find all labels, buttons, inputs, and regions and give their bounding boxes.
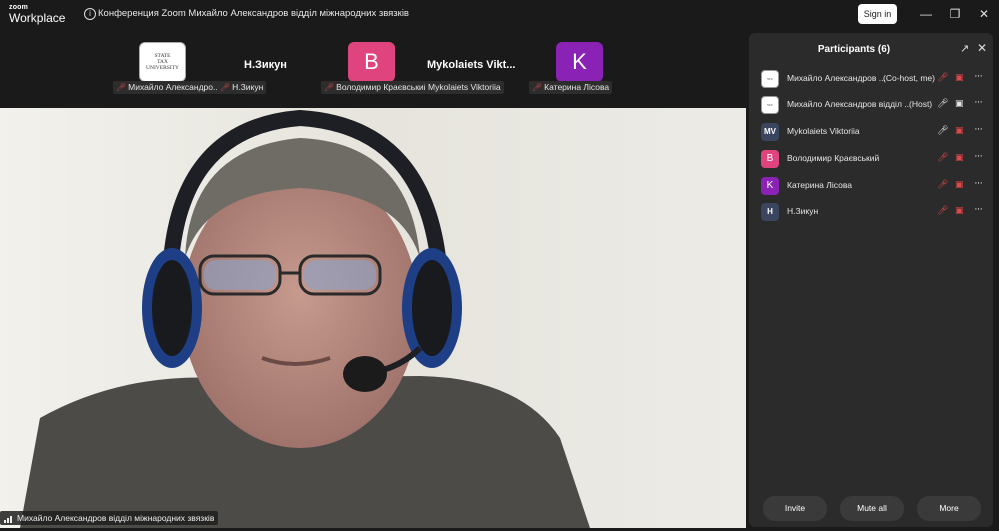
avatar: STU <box>761 70 779 88</box>
participants-panel: Participants (6) ↗ ✕ STU Михайло Алексан… <box>749 33 993 527</box>
mic-muted-icon: 🎤︎ <box>324 83 335 92</box>
signal-strength-icon <box>4 515 12 523</box>
participant-row[interactable]: STU Михайло Александров ... (Co-host, me… <box>749 65 993 91</box>
mic-muted-icon[interactable]: 🎤︎ <box>937 72 948 83</box>
avatar: Н <box>761 203 779 221</box>
name-tag: 🎤︎ Катерина Лісова <box>529 81 613 94</box>
participant-role: (Host) <box>909 99 933 109</box>
name-tag: 🎤︎ Михайло Александро... <box>113 81 224 94</box>
mic-muted-icon[interactable]: 🎤︎ <box>937 179 948 190</box>
name-tag: 🎤︎ Н.Зикун <box>217 81 267 94</box>
restore-icon[interactable]: ❐ <box>948 7 962 21</box>
more-options-icon[interactable]: ··· <box>974 203 983 215</box>
camera-off-icon[interactable]: ▣ <box>955 72 964 83</box>
participant-name: Н.Зикун <box>787 206 819 216</box>
participant-row[interactable]: Н Н.Зикун 🎤︎ ▣ ··· <box>749 198 993 224</box>
logo-line-2: Workplace <box>9 11 66 25</box>
participant-tile-name[interactable]: Mykolaiets Vikt... <box>427 59 515 71</box>
participant-tile-name[interactable]: Н.Зикун <box>244 59 287 71</box>
more-options-icon[interactable]: ··· <box>974 96 983 108</box>
participant-row[interactable]: MV Mykolaiets Viktoriia 🎤︎ ▣ ··· <box>749 118 993 144</box>
participant-tile-logo[interactable]: STATE TAX UNIVERSITY <box>139 42 186 82</box>
name-tag-label: Н.Зикун <box>232 82 264 92</box>
invite-button[interactable]: Invite <box>763 496 827 521</box>
info-icon[interactable]: i <box>84 8 96 20</box>
camera-off-icon[interactable]: ▣ <box>955 152 964 163</box>
mic-icon[interactable]: 🎤︎ <box>937 98 948 109</box>
avatar: MV <box>761 123 779 141</box>
participant-role: (Co-host, me) <box>883 73 935 83</box>
mic-icon[interactable]: 🎤︎ <box>937 125 948 136</box>
mic-muted-icon: 🎤︎ <box>220 83 231 92</box>
participant-name: Михайло Александров відділ ... <box>787 99 912 109</box>
close-panel-icon[interactable]: ✕ <box>977 41 989 55</box>
title-bar: zoom Workplace i Конференция Zoom Михайл… <box>0 0 999 30</box>
participant-tile-avatar[interactable]: K <box>556 42 603 82</box>
name-tag: Mykolaiets Viktoriia <box>425 81 504 94</box>
participants-title: Participants (6) <box>817 44 891 55</box>
avatar: STU <box>761 96 779 114</box>
more-options-icon[interactable]: ··· <box>974 150 983 162</box>
mic-muted-icon[interactable]: 🎤︎ <box>937 205 948 216</box>
participant-row[interactable]: STU Михайло Александров відділ ... (Host… <box>749 91 993 117</box>
name-tag-label: Михайло Александро... <box>128 82 221 92</box>
name-tag-label: Mykolaiets Viktoriia <box>428 82 501 92</box>
popout-icon[interactable]: ↗ <box>960 42 972 55</box>
camera-icon[interactable]: ▣ <box>955 98 964 109</box>
name-tag-label: Володимир Краєвський <box>336 82 429 92</box>
zoom-workplace-logo: zoom Workplace <box>9 4 65 24</box>
mic-muted-icon[interactable]: 🎤︎ <box>937 152 948 163</box>
video-thumbnail-strip: STATE TAX UNIVERSITY 🎤︎ Михайло Александр… <box>0 30 748 108</box>
participant-name: Михайло Александров ... <box>787 73 886 83</box>
avatar: B <box>761 150 779 168</box>
more-options-icon[interactable]: ··· <box>974 123 983 135</box>
sign-in-button[interactable]: Sign in <box>858 4 897 24</box>
more-button[interactable]: More <box>917 496 981 521</box>
participant-tile-avatar[interactable]: B <box>348 42 395 82</box>
mic-muted-icon: 🎤︎ <box>532 83 543 92</box>
participant-row[interactable]: B Володимир Краєвський 🎤︎ ▣ ··· <box>749 145 993 171</box>
speaker-name-tag: Михайло Александров відділ міжнародних з… <box>0 511 219 525</box>
close-icon[interactable]: ✕ <box>977 7 991 21</box>
name-tag-label: Катерина Лісова <box>544 82 610 92</box>
mute-all-button[interactable]: Mute all <box>840 496 904 521</box>
meeting-title: Конференция Zoom Михайло Александров від… <box>98 8 409 19</box>
minimize-icon[interactable]: — <box>919 7 933 21</box>
name-tag: 🎤︎ Володимир Краєвський <box>321 81 432 94</box>
participant-name: Mykolaiets Viktoriia <box>787 126 860 136</box>
active-speaker-video[interactable] <box>0 108 746 528</box>
camera-off-icon[interactable]: ▣ <box>955 125 964 136</box>
speaker-name: Михайло Александров відділ міжнародних з… <box>17 513 215 523</box>
participant-name: Катерина Лісова <box>787 180 852 190</box>
more-options-icon[interactable]: ··· <box>974 177 983 189</box>
avatar: K <box>761 177 779 195</box>
speaker-video-image <box>0 108 746 528</box>
participant-name: Володимир Краєвський <box>787 153 880 163</box>
mic-muted-icon: 🎤︎ <box>116 83 127 92</box>
logo-line-1: zoom <box>9 4 29 11</box>
logo-text-line: UNIVERSITY <box>146 65 179 71</box>
camera-off-icon[interactable]: ▣ <box>955 205 964 216</box>
more-options-icon[interactable]: ··· <box>974 70 983 82</box>
participant-row[interactable]: K Катерина Лісова 🎤︎ ▣ ··· <box>749 172 993 198</box>
camera-off-icon[interactable]: ▣ <box>955 179 964 190</box>
